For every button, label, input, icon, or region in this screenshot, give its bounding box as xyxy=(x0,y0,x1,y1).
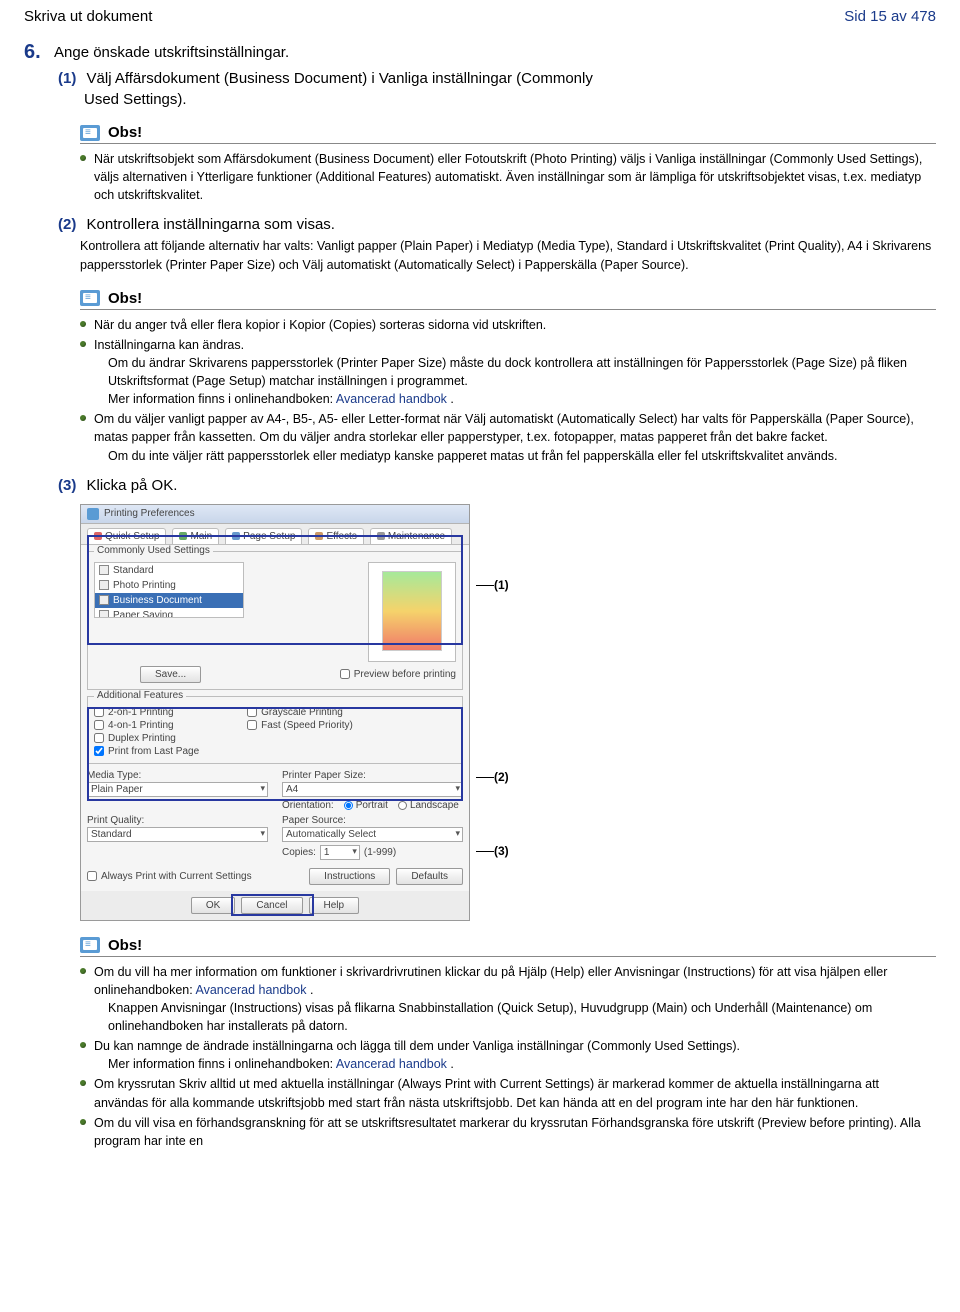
media-type-combo[interactable]: Plain Paper xyxy=(87,782,268,797)
tab-quick-setup[interactable]: Quick Setup xyxy=(87,528,166,544)
orientation-radios: Orientation: Portrait Landscape xyxy=(282,800,463,811)
note-list: När du anger två eller flera kopior i Ko… xyxy=(80,316,936,465)
sub-num: (2) xyxy=(58,216,76,233)
sub-text-cont: Used Settings). xyxy=(84,91,936,108)
preview-pane xyxy=(368,562,456,662)
printing-preferences-dialog: Printing Preferences Quick Setup Main Pa… xyxy=(80,504,470,921)
note-head: Obs! xyxy=(80,290,936,310)
note-head: Obs! xyxy=(80,124,936,144)
window-icon xyxy=(87,508,99,520)
note-item: Om du väljer vanligt papper av A4-, B5-,… xyxy=(80,410,936,464)
note-item: Om kryssrutan Skriv alltid ut med aktuel… xyxy=(80,1075,936,1111)
sub-num: (1) xyxy=(58,70,76,87)
save-button[interactable]: Save... xyxy=(140,666,201,683)
note-label: Obs! xyxy=(108,124,142,141)
tab-main[interactable]: Main xyxy=(172,528,219,544)
list-item: Paper Saving xyxy=(95,608,243,618)
sub2-paragraph: Kontrollera att följande alternativ har … xyxy=(80,237,936,273)
window-title: Printing Preferences xyxy=(104,508,195,519)
chk-lastpage[interactable]: Print from Last Page xyxy=(94,746,199,757)
advanced-handbook-link[interactable]: Avancerad handbok xyxy=(195,983,306,997)
additional-features-group: Additional Features 2-on-1 Printing 4-on… xyxy=(87,696,463,764)
substep-3: (3) Klicka på OK. xyxy=(58,477,936,494)
page-header: Skriva ut dokument Sid 15 av 478 xyxy=(24,8,936,25)
settings-list[interactable]: Standard Photo Printing Business Documen… xyxy=(94,562,244,618)
note-label: Obs! xyxy=(108,937,142,954)
commonly-used-group: Commonly Used Settings Standard Photo Pr… xyxy=(87,551,463,690)
defaults-button[interactable]: Defaults xyxy=(396,868,463,885)
substep-1: (1) Välj Affärsdokument (Business Docume… xyxy=(58,70,936,87)
note-item: När du anger två eller flera kopior i Ko… xyxy=(80,316,936,334)
list-item: Standard xyxy=(95,563,243,578)
note-list: Om du vill ha mer information om funktio… xyxy=(80,963,936,1150)
advanced-handbook-link[interactable]: Avancerad handbok xyxy=(336,392,447,406)
note-head: Obs! xyxy=(80,937,936,957)
sub-text: Kontrollera inställningarna som visas. xyxy=(87,216,335,233)
chk-duplex[interactable]: Duplex Printing xyxy=(94,733,199,744)
doc-heading: Skriva ut dokument xyxy=(24,8,152,25)
chk-2on1[interactable]: 2-on-1 Printing xyxy=(94,707,199,718)
help-button[interactable]: Help xyxy=(309,897,360,914)
sub-num: (3) xyxy=(58,477,76,494)
preview-checkbox[interactable]: Preview before printing xyxy=(340,669,456,680)
paper-source-combo[interactable]: Automatically Select xyxy=(282,827,463,842)
callout-1: (1) xyxy=(494,578,509,592)
title-bar: Printing Preferences xyxy=(81,505,469,524)
note-item: Om du vill visa en förhandsgranskning fö… xyxy=(80,1114,936,1150)
tab-page-setup[interactable]: Page Setup xyxy=(225,528,302,544)
step-text: Ange önskade utskriftsinställningar. xyxy=(54,41,289,61)
sub-text: Klicka på OK. xyxy=(87,477,178,494)
book-icon xyxy=(80,937,100,953)
always-print-checkbox[interactable]: Always Print with Current Settings xyxy=(87,871,252,882)
printing-preferences-screenshot: Printing Preferences Quick Setup Main Pa… xyxy=(80,504,936,921)
note-block-2: Obs! När du anger två eller flera kopior… xyxy=(80,290,936,465)
cancel-button[interactable]: Cancel xyxy=(241,897,302,914)
screenshot-callouts: (1) (2) (3) xyxy=(476,504,509,864)
note-item: Inställningarna kan ändras. Om du ändrar… xyxy=(80,336,936,409)
callout-2: (2) xyxy=(494,770,509,784)
note-block-1: Obs! När utskriftsobjekt som Affärsdokum… xyxy=(80,124,936,204)
radio-landscape[interactable]: Landscape xyxy=(398,800,459,811)
paper-size-combo[interactable]: A4 xyxy=(282,782,463,797)
instructions-button[interactable]: Instructions xyxy=(309,868,390,885)
chk-grayscale[interactable]: Grayscale Printing xyxy=(247,707,353,718)
ok-button[interactable]: OK xyxy=(191,897,235,914)
chk-fast[interactable]: Fast (Speed Priority) xyxy=(247,720,353,731)
tab-maintenance[interactable]: Maintenance xyxy=(370,528,452,544)
step-number: 6. xyxy=(24,41,46,64)
list-item: Business Document xyxy=(95,593,243,608)
substep-2: (2) Kontrollera inställningarna som visa… xyxy=(58,216,936,233)
note-block-3: Obs! Om du vill ha mer information om fu… xyxy=(80,937,936,1150)
quality-combo[interactable]: Standard xyxy=(87,827,268,842)
tab-effects[interactable]: Effects xyxy=(308,528,363,544)
list-item: Photo Printing xyxy=(95,578,243,593)
copies-spinner[interactable]: 1 xyxy=(320,845,360,860)
callout-3: (3) xyxy=(494,844,509,858)
sub-text: Välj Affärsdokument (Business Document) … xyxy=(87,70,593,87)
tabs: Quick Setup Main Page Setup Effects Main… xyxy=(81,524,469,545)
radio-portrait[interactable]: Portrait xyxy=(344,800,388,811)
book-icon xyxy=(80,125,100,141)
note-list: När utskriftsobjekt som Affärsdokument (… xyxy=(80,150,936,204)
page-number: Sid 15 av 478 xyxy=(844,8,936,25)
chk-4on1[interactable]: 4-on-1 Printing xyxy=(94,720,199,731)
note-label: Obs! xyxy=(108,290,142,307)
note-item: När utskriftsobjekt som Affärsdokument (… xyxy=(80,150,936,204)
book-icon xyxy=(80,290,100,306)
dialog-buttons: OK Cancel Help xyxy=(81,891,469,920)
step-6: 6. Ange önskade utskriftsinställningar. xyxy=(24,41,936,64)
note-item: Om du vill ha mer information om funktio… xyxy=(80,963,936,1036)
panel: Commonly Used Settings Standard Photo Pr… xyxy=(81,545,469,891)
advanced-handbook-link[interactable]: Avancerad handbok xyxy=(336,1057,447,1071)
note-item: Du kan namnge de ändrade inställningarna… xyxy=(80,1037,936,1073)
